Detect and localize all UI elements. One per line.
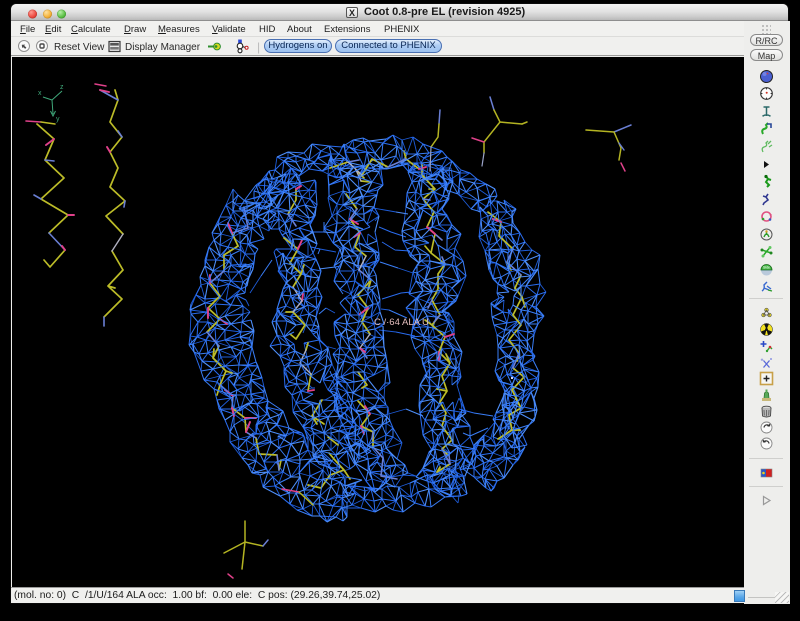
svg-text:Side: Side: [763, 266, 770, 270]
svg-text:x: x: [38, 90, 42, 97]
svg-text:y: y: [56, 116, 60, 123]
svg-text:C /·64 ALA U: C /·64 ALA U: [374, 317, 429, 328]
svg-text:z: z: [60, 84, 64, 91]
